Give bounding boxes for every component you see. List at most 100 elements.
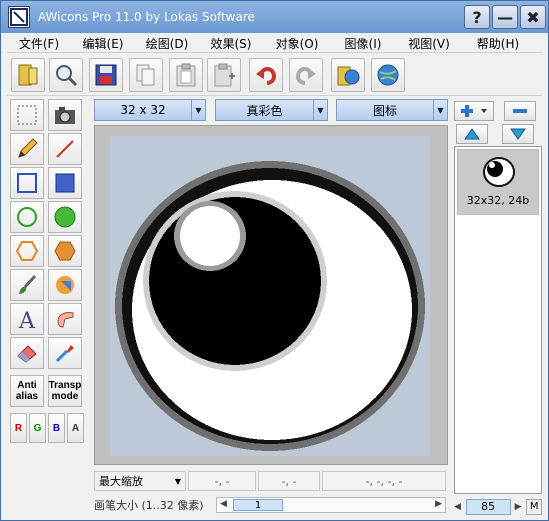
chevron-down-icon: ▼ bbox=[174, 476, 181, 486]
undo-button[interactable] bbox=[249, 58, 283, 92]
filled-polygon-tool[interactable] bbox=[48, 235, 82, 267]
remove-image-button[interactable] bbox=[504, 101, 536, 121]
pencil-tool[interactable] bbox=[10, 133, 44, 165]
thumbnail-zoom-value[interactable]: 85 bbox=[465, 499, 511, 515]
size-select[interactable]: 32 x 32 ▼ bbox=[94, 99, 206, 121]
ellipse-tool[interactable] bbox=[10, 201, 44, 233]
zoom-button[interactable] bbox=[49, 58, 83, 92]
scroll-left-icon[interactable]: ◀ bbox=[454, 502, 466, 512]
eye-thumbnail-icon bbox=[483, 157, 515, 187]
brush-tool[interactable] bbox=[10, 269, 44, 301]
chevron-down-icon: ▼ bbox=[313, 100, 327, 120]
icon-format-item[interactable]: 32x32, 24b bbox=[457, 149, 539, 215]
hexagon-icon bbox=[15, 241, 39, 261]
copy-icon bbox=[136, 64, 155, 86]
web-button[interactable] bbox=[371, 58, 405, 92]
fill-tool[interactable] bbox=[48, 269, 82, 301]
rectangle-tool[interactable] bbox=[10, 167, 44, 199]
chevron-down-icon: ▼ bbox=[191, 100, 205, 120]
size-value: 32 x 32 bbox=[120, 103, 166, 117]
scroll-right-icon[interactable]: ▶ bbox=[435, 499, 442, 509]
menu-help[interactable]: 帮助(H) bbox=[463, 33, 533, 52]
eraser-tool[interactable] bbox=[10, 337, 44, 369]
scroll-right-icon[interactable]: ▶ bbox=[515, 502, 527, 512]
anti-alias-line2: alias bbox=[15, 391, 39, 402]
text-tool[interactable]: A bbox=[10, 303, 44, 335]
cursor-position: -, - bbox=[188, 471, 256, 491]
image-type-value: 图标 bbox=[372, 103, 397, 118]
filled-rectangle-tool[interactable] bbox=[48, 167, 82, 199]
brush-size-value[interactable]: 1 bbox=[233, 499, 283, 511]
chevron-down-icon: ▼ bbox=[433, 100, 447, 120]
pixel-canvas[interactable] bbox=[110, 136, 430, 456]
transp-mode-line2: mode bbox=[51, 391, 79, 402]
transparency-mode-toggle[interactable]: Transp mode bbox=[48, 375, 82, 407]
menu-edit[interactable]: 编辑(E) bbox=[71, 33, 135, 52]
capture-tool[interactable] bbox=[48, 99, 82, 131]
help-button[interactable]: ? bbox=[464, 5, 490, 29]
redo-button[interactable] bbox=[289, 58, 323, 92]
redo-icon bbox=[295, 67, 316, 85]
rectangle-icon bbox=[17, 173, 37, 193]
image-type-select[interactable]: 图标 ▼ bbox=[336, 99, 448, 121]
minus-icon bbox=[513, 109, 527, 113]
polygon-tool[interactable] bbox=[10, 235, 44, 267]
menu-effects[interactable]: 效果(S) bbox=[199, 33, 263, 52]
save-button[interactable] bbox=[89, 58, 123, 92]
move-down-button[interactable] bbox=[502, 124, 534, 144]
open-library-icon bbox=[337, 66, 360, 86]
menu-view[interactable]: 视图(V) bbox=[395, 33, 463, 52]
add-image-button[interactable] bbox=[454, 101, 494, 121]
close-button[interactable]: ✖ bbox=[520, 5, 546, 29]
triangle-down-icon bbox=[510, 128, 526, 140]
icon-format-list: 32x32, 24b bbox=[454, 146, 542, 494]
new-library-button[interactable] bbox=[11, 58, 45, 92]
tool-palette: A Anti alias Transp mode R G B A bbox=[7, 99, 87, 471]
menu-file[interactable]: 文件(F) bbox=[7, 33, 71, 52]
canvas-frame bbox=[94, 125, 448, 465]
open-library-button[interactable] bbox=[331, 58, 365, 92]
svg-text:A: A bbox=[18, 309, 36, 331]
anti-alias-toggle[interactable]: Anti alias bbox=[10, 375, 44, 407]
zoom-mode-value: 最大缩放 bbox=[99, 475, 143, 488]
channel-g-button[interactable]: G bbox=[29, 413, 46, 443]
paste-icon bbox=[176, 63, 196, 87]
paste-new-button[interactable] bbox=[207, 58, 241, 92]
color-picker-tool[interactable] bbox=[48, 337, 82, 369]
selection-rect-icon bbox=[17, 105, 37, 125]
minimize-button[interactable]: — bbox=[492, 5, 518, 29]
plus-dropdown-icon bbox=[461, 105, 487, 117]
menu-draw[interactable]: 绘图(D) bbox=[135, 33, 199, 52]
transp-mode-line1: Transp bbox=[48, 380, 82, 391]
app-window: AWicons Pro 11.0 by Lokas Software ? — ✖… bbox=[0, 0, 549, 521]
new-library-icon bbox=[18, 64, 38, 86]
paste-new-icon bbox=[214, 63, 235, 87]
save-icon bbox=[95, 64, 117, 86]
move-up-button[interactable] bbox=[456, 124, 488, 144]
filled-ellipse-tool[interactable] bbox=[48, 201, 82, 233]
thumbnail-mode-button[interactable]: M bbox=[526, 499, 542, 515]
channel-r-button[interactable]: R bbox=[10, 413, 27, 443]
select-tool[interactable] bbox=[10, 99, 44, 131]
channel-b-button[interactable]: B bbox=[48, 413, 65, 443]
scroll-left-icon[interactable]: ◀ bbox=[220, 499, 227, 509]
paste-button[interactable] bbox=[169, 58, 203, 92]
smudge-tool[interactable] bbox=[48, 303, 82, 335]
brush-icon bbox=[19, 274, 37, 294]
zoom-mode-select[interactable]: 最大缩放 ▼ bbox=[94, 471, 186, 491]
filled-ellipse-icon bbox=[54, 206, 76, 228]
copy-button[interactable] bbox=[129, 58, 163, 92]
brush-size-slider[interactable]: ◀ 1 ▶ bbox=[216, 497, 446, 513]
filled-hexagon-icon bbox=[54, 241, 76, 261]
channel-a-button[interactable]: A bbox=[67, 413, 84, 443]
zoom-icon bbox=[56, 65, 78, 87]
selection-rect: -, -, -, - bbox=[322, 471, 446, 491]
menu-object[interactable]: 对象(O) bbox=[263, 33, 331, 52]
line-tool[interactable] bbox=[48, 133, 82, 165]
ellipse-icon bbox=[17, 207, 37, 227]
menu-image[interactable]: 图像(I) bbox=[331, 33, 395, 52]
window-title: AWicons Pro 11.0 by Lokas Software bbox=[38, 10, 255, 24]
color-depth-select[interactable]: 真彩色 ▼ bbox=[215, 99, 328, 121]
cursor-color: -, - bbox=[258, 471, 320, 491]
app-icon bbox=[8, 6, 30, 28]
